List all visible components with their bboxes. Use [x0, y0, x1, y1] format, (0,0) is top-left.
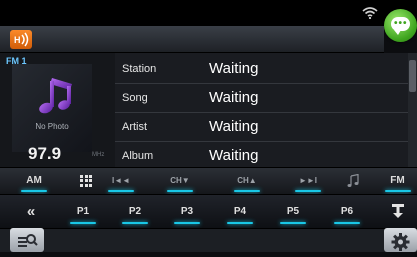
preset-label: P2 — [128, 205, 142, 217]
button-indicator — [227, 222, 253, 224]
antenna-button[interactable] — [383, 194, 413, 228]
hd-radio-glyph: H — [14, 32, 29, 47]
info-row-song: Song Waiting — [115, 84, 408, 113]
music-note-button[interactable] — [333, 167, 373, 194]
preset-label: P1 — [76, 205, 90, 217]
preset-label: P3 — [180, 205, 194, 217]
preset-button-5[interactable]: P5 — [273, 194, 313, 228]
bottom-bar — [0, 228, 417, 252]
source-header-bar — [0, 26, 384, 53]
search-icon — [18, 234, 38, 247]
music-note-icon — [347, 173, 359, 187]
music-note-icon — [39, 78, 72, 114]
button-indicator — [122, 222, 148, 224]
next-label: ►►I — [298, 176, 318, 185]
info-label: Album — [122, 150, 154, 162]
wifi-icon — [362, 7, 378, 19]
button-indicator — [174, 222, 200, 224]
info-label: Station — [122, 63, 157, 75]
button-indicator — [21, 190, 47, 192]
info-value: Waiting — [209, 60, 259, 77]
settings-button[interactable] — [384, 228, 417, 252]
info-value: Waiting — [209, 89, 259, 106]
frequency-unit: MHz — [92, 152, 105, 158]
double-chevron-left-icon: « — [26, 202, 36, 220]
chat-bubble-button[interactable]: ••• — [384, 9, 417, 42]
fm-label: FM — [390, 175, 405, 186]
next-track-button[interactable]: ►►I — [288, 167, 328, 194]
svg-text:H: H — [14, 35, 21, 45]
button-indicator — [384, 190, 411, 192]
antenna-icon — [392, 204, 404, 218]
hd-radio-icon[interactable]: H — [10, 30, 32, 49]
preset-button-1[interactable]: P1 — [63, 194, 103, 228]
button-indicator — [280, 222, 306, 224]
menu-grid-button[interactable] — [66, 167, 106, 194]
info-row-artist: Artist Waiting — [115, 113, 408, 142]
button-indicator — [70, 222, 96, 224]
info-value: Waiting — [209, 147, 259, 164]
channel-up-button[interactable]: CH▲ — [227, 167, 267, 194]
grid-icon — [80, 174, 92, 187]
am-label: AM — [26, 175, 42, 186]
channel-down-button[interactable]: CH▼ — [160, 167, 200, 194]
album-art-placeholder — [12, 64, 92, 152]
ch-up-label: CH▲ — [237, 176, 257, 185]
chat-dots: ••• — [394, 18, 408, 29]
preset-label: P4 — [233, 205, 247, 217]
ch-down-label: CH▼ — [170, 176, 190, 185]
preset-label: P5 — [286, 205, 300, 217]
prev-track-button[interactable]: I◄◄ — [101, 167, 141, 194]
button-indicator — [234, 190, 260, 192]
search-list-button[interactable] — [10, 228, 44, 252]
station-info-list: Station Waiting Song Waiting Artist Wait… — [115, 53, 408, 167]
prev-label: I◄◄ — [111, 176, 131, 185]
info-row-album: Album Waiting — [115, 142, 408, 167]
scrollbar-thumb[interactable] — [409, 60, 416, 92]
preset-label: P6 — [340, 205, 354, 217]
frequency-display: 97.9 — [28, 144, 62, 163]
info-value: Waiting — [209, 118, 259, 135]
preset-button-3[interactable]: P3 — [167, 194, 207, 228]
info-row-station: Station Waiting — [115, 55, 408, 84]
preset-button-6[interactable]: P6 — [327, 194, 367, 228]
no-photo-label: No Photo — [35, 122, 69, 131]
fm-button[interactable]: FM — [378, 167, 417, 194]
preset-button-4[interactable]: P4 — [220, 194, 260, 228]
gear-icon — [391, 233, 410, 251]
button-indicator — [334, 222, 360, 224]
button-indicator — [295, 190, 321, 192]
back-arrow-button[interactable]: « — [14, 194, 48, 228]
status-bar — [0, 0, 417, 26]
info-label: Song — [122, 92, 148, 104]
button-indicator — [167, 190, 193, 192]
button-indicator — [108, 190, 134, 192]
preset-button-2[interactable]: P2 — [115, 194, 155, 228]
info-label: Artist — [122, 121, 148, 133]
am-button[interactable]: AM — [14, 167, 54, 194]
